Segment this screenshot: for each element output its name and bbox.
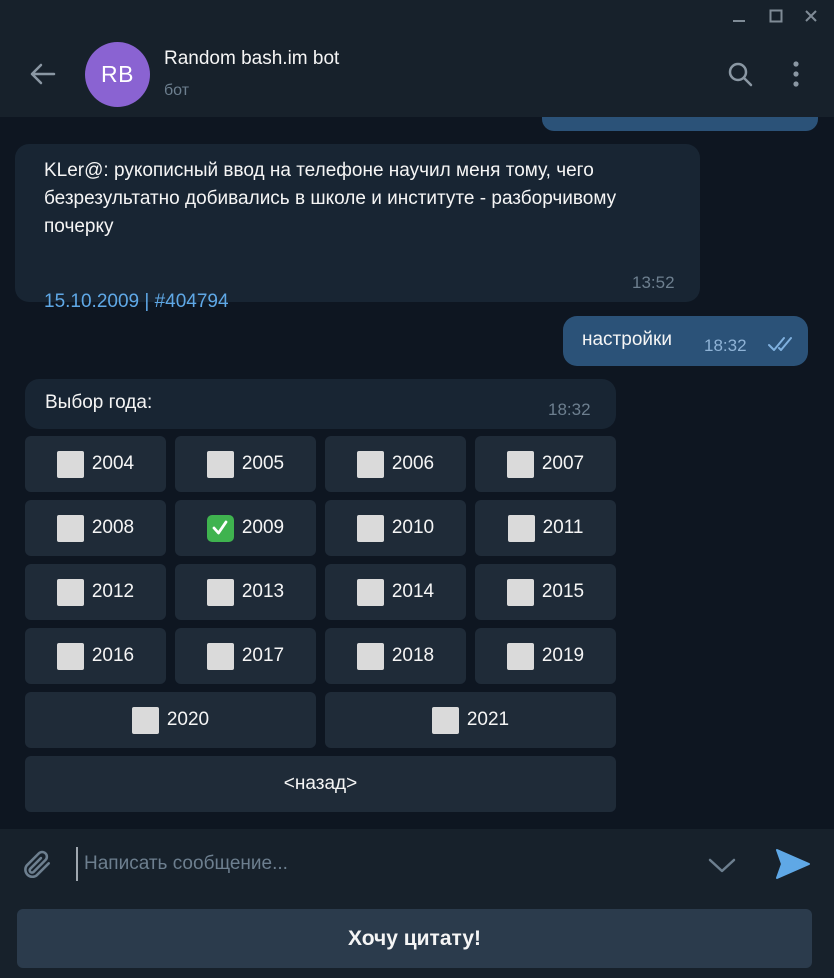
chevron-down-icon[interactable] <box>702 847 742 883</box>
year-button-label: 2010 <box>391 517 435 538</box>
back-arrow-icon[interactable] <box>22 56 62 92</box>
search-icon[interactable] <box>722 56 758 92</box>
year-button[interactable]: 2020 <box>25 692 316 748</box>
year-button[interactable]: 2010 <box>325 500 466 556</box>
send-icon[interactable] <box>770 843 816 885</box>
unchecked-box-icon <box>356 450 384 478</box>
year-button-label: 2005 <box>241 453 285 474</box>
chat-header: RB Random bash.im bot бот <box>0 32 834 117</box>
year-button-label: 2007 <box>541 453 585 474</box>
message-input[interactable] <box>76 847 686 881</box>
checked-box-icon <box>206 514 234 542</box>
year-button-label: 2014 <box>391 581 435 602</box>
minimize-icon[interactable] <box>723 0 755 32</box>
outgoing-time: 18:32 <box>704 336 747 355</box>
year-button[interactable]: 2009 <box>175 500 316 556</box>
year-button[interactable]: 2018 <box>325 628 466 684</box>
window-titlebar <box>0 0 834 32</box>
year-button-label: 2011 <box>542 517 584 538</box>
year-button-label: 2004 <box>91 453 135 474</box>
quote-text: KLer@: рукописный ввод на телефоне научи… <box>44 160 617 237</box>
year-button-label: 2015 <box>541 581 585 602</box>
year-button[interactable]: 2011 <box>475 500 616 556</box>
year-button[interactable]: 2021 <box>325 692 616 748</box>
message-list[interactable]: KLer@: рукописный ввод на телефоне научи… <box>0 117 834 829</box>
unchecked-box-icon <box>507 514 535 542</box>
year-button[interactable]: 2006 <box>325 436 466 492</box>
unchecked-box-icon <box>206 642 234 670</box>
year-button[interactable]: 2015 <box>475 564 616 620</box>
maximize-icon[interactable] <box>760 0 792 32</box>
quote-link[interactable]: 15.10.2009 | #404794 <box>44 291 229 313</box>
avatar[interactable]: RB <box>85 42 150 107</box>
year-button-label: 2018 <box>391 645 435 666</box>
year-button-label: 2012 <box>91 581 135 602</box>
year-button[interactable]: 2019 <box>475 628 616 684</box>
year-button[interactable]: 2004 <box>25 436 166 492</box>
year-button[interactable]: 2012 <box>25 564 166 620</box>
year-picker-text: Выбор года: <box>45 392 153 413</box>
avatar-initials: RB <box>101 61 134 87</box>
unchecked-box-icon <box>356 642 384 670</box>
year-picker-message[interactable]: Выбор года: 18:32 <box>25 379 616 429</box>
year-button-label: 2008 <box>91 517 135 538</box>
unchecked-box-icon <box>131 706 159 734</box>
year-button[interactable]: 2017 <box>175 628 316 684</box>
year-button-label: 2019 <box>541 645 585 666</box>
more-vertical-icon[interactable] <box>779 56 813 92</box>
unchecked-box-icon <box>431 706 459 734</box>
year-button-label: 2006 <box>391 453 435 474</box>
chat-title[interactable]: Random bash.im bot <box>164 48 339 70</box>
quote-message[interactable]: KLer@: рукописный ввод на телефоне научи… <box>15 144 700 312</box>
year-button-label: 2020 <box>166 709 210 730</box>
outgoing-message-partial <box>542 117 818 131</box>
year-button-label: 2021 <box>466 709 510 730</box>
year-button[interactable]: 2013 <box>175 564 316 620</box>
year-button-label: 2009 <box>241 517 285 538</box>
unchecked-box-icon <box>506 450 534 478</box>
reply-keyboard-button[interactable]: Хочу цитату! <box>17 909 812 968</box>
outgoing-text: настройки <box>582 329 672 350</box>
year-button[interactable]: 2005 <box>175 436 316 492</box>
quote-time: 13:52 <box>632 273 675 292</box>
back-button[interactable]: <назад> <box>25 756 616 812</box>
message-composer <box>0 829 834 897</box>
unchecked-box-icon <box>506 578 534 606</box>
year-button-label: 2016 <box>91 645 135 666</box>
year-button[interactable]: 2008 <box>25 500 166 556</box>
unchecked-box-icon <box>206 450 234 478</box>
unchecked-box-icon <box>506 642 534 670</box>
unchecked-box-icon <box>56 578 84 606</box>
year-button[interactable]: 2007 <box>475 436 616 492</box>
year-button[interactable]: 2016 <box>25 628 166 684</box>
unchecked-box-icon <box>206 578 234 606</box>
year-button-label: 2013 <box>241 581 285 602</box>
year-button-label: 2017 <box>241 645 285 666</box>
paperclip-icon[interactable] <box>16 844 56 884</box>
year-picker-time: 18:32 <box>548 400 591 419</box>
outgoing-message[interactable]: настройки 18:32 <box>563 316 808 366</box>
year-button[interactable]: 2014 <box>325 564 466 620</box>
unchecked-box-icon <box>56 642 84 670</box>
unchecked-box-icon <box>56 514 84 542</box>
double-check-icon <box>768 336 798 357</box>
unchecked-box-icon <box>356 578 384 606</box>
chat-status: бот <box>164 82 190 99</box>
unchecked-box-icon <box>56 450 84 478</box>
unchecked-box-icon <box>356 514 384 542</box>
close-icon[interactable] <box>795 0 827 32</box>
reply-keyboard: Хочу цитату! <box>0 897 834 978</box>
